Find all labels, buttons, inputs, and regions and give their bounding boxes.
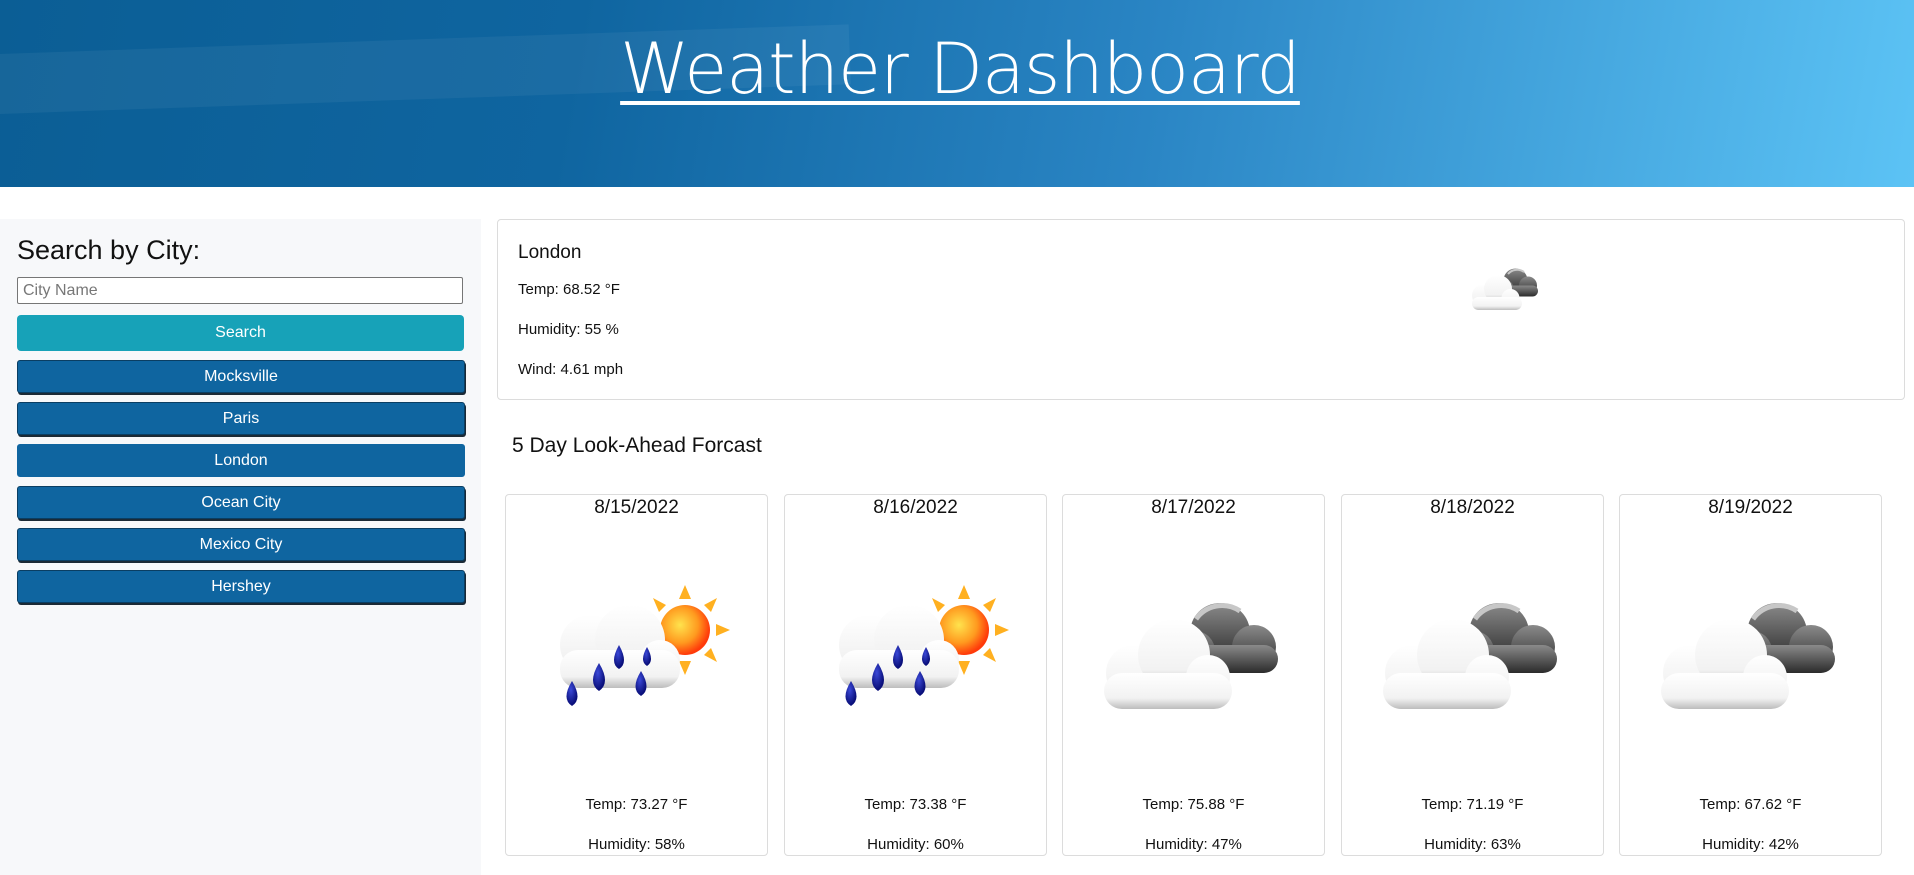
current-weather-card: London Temp: 68.52 °F Humidity: 55 % Win…	[497, 219, 1905, 400]
search-sidebar: Search by City: Search Mocksville Paris …	[0, 219, 481, 875]
forecast-temp: Temp: 71.19 °F	[1421, 796, 1524, 813]
forecast-temp: Temp: 73.27 °F	[585, 796, 688, 813]
history-button-paris[interactable]: Paris	[17, 402, 465, 435]
rain-sun-icon	[535, 585, 735, 740]
cloudy-icon	[1649, 585, 1849, 740]
rain-sun-icon	[814, 585, 1014, 740]
forecast-humidity: Humidity: 58%	[588, 836, 685, 853]
forecast-humidity: Humidity: 60%	[867, 836, 964, 853]
forecast-card: 8/18/2022 Temp: 71.19 °F Humidity: 63%	[1341, 494, 1604, 856]
forecast-humidity: Humidity: 63%	[1424, 836, 1521, 853]
cloudy-icon	[1092, 585, 1292, 740]
forecast-date: 8/17/2022	[1151, 497, 1236, 518]
forecast-date: 8/18/2022	[1430, 497, 1515, 518]
forecast-card: 8/17/2022 Temp: 75.88 °F Humidity: 47%	[1062, 494, 1325, 856]
forecast-humidity: Humidity: 47%	[1145, 836, 1242, 853]
forecast-humidity: Humidity: 42%	[1702, 836, 1799, 853]
history-button-ocean-city[interactable]: Ocean City	[17, 486, 465, 519]
forecast-date: 8/15/2022	[594, 497, 679, 518]
forecast-temp: Temp: 75.88 °F	[1142, 796, 1245, 813]
forecast-list: 8/15/2022 Temp: 73.27 °F Humidity: 58% 8…	[505, 494, 1885, 856]
forecast-card: 8/15/2022 Temp: 73.27 °F Humidity: 58%	[505, 494, 768, 856]
forecast-date: 8/19/2022	[1708, 497, 1793, 518]
cloudy-icon	[1458, 258, 1548, 323]
forecast-title: 5 Day Look-Ahead Forcast	[512, 434, 762, 457]
history-button-hershey[interactable]: Hershey	[17, 570, 465, 603]
current-wind: Wind: 4.61 mph	[518, 361, 624, 378]
search-heading: Search by City:	[17, 235, 201, 265]
history-button-mocksville[interactable]: Mocksville	[17, 360, 465, 393]
current-city-name: London	[518, 242, 582, 263]
cloudy-icon	[1371, 585, 1571, 740]
forecast-card: 8/16/2022 Temp: 73.38 °F Humidity: 60%	[784, 494, 1047, 856]
forecast-card: 8/19/2022 Temp: 67.62 °F Humidity: 42%	[1619, 494, 1882, 856]
header-banner: Weather Dashboard	[0, 0, 1914, 187]
forecast-date: 8/16/2022	[873, 497, 958, 518]
city-search-input[interactable]	[17, 277, 463, 304]
history-button-london[interactable]: London	[17, 444, 465, 477]
search-button[interactable]: Search	[17, 315, 464, 351]
forecast-temp: Temp: 67.62 °F	[1699, 796, 1802, 813]
forecast-temp: Temp: 73.38 °F	[864, 796, 967, 813]
current-temp: Temp: 68.52 °F	[518, 281, 620, 298]
current-humidity: Humidity: 55 %	[518, 321, 619, 338]
search-history: Mocksville Paris London Ocean City Mexic…	[17, 360, 465, 612]
history-button-mexico-city[interactable]: Mexico City	[17, 528, 465, 561]
page-title: Weather Dashboard	[620, 28, 1301, 110]
